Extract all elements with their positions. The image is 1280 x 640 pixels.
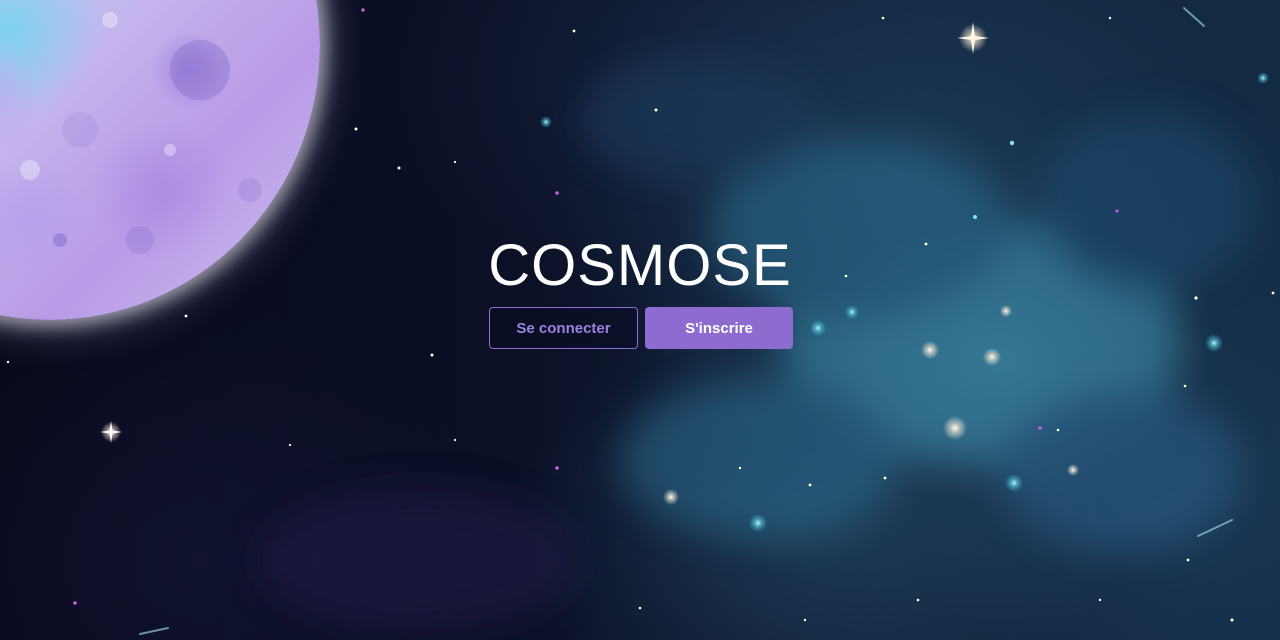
auth-actions: Se connecter S'inscrire (489, 307, 793, 349)
login-button[interactable]: Se connecter (489, 307, 638, 349)
signup-button[interactable]: S'inscrire (645, 307, 793, 349)
app-title: COSMOSE (488, 233, 792, 298)
space-background: COSMOSE Se connecter S'inscrire (0, 0, 1280, 640)
hero: COSMOSE (0, 232, 1280, 300)
